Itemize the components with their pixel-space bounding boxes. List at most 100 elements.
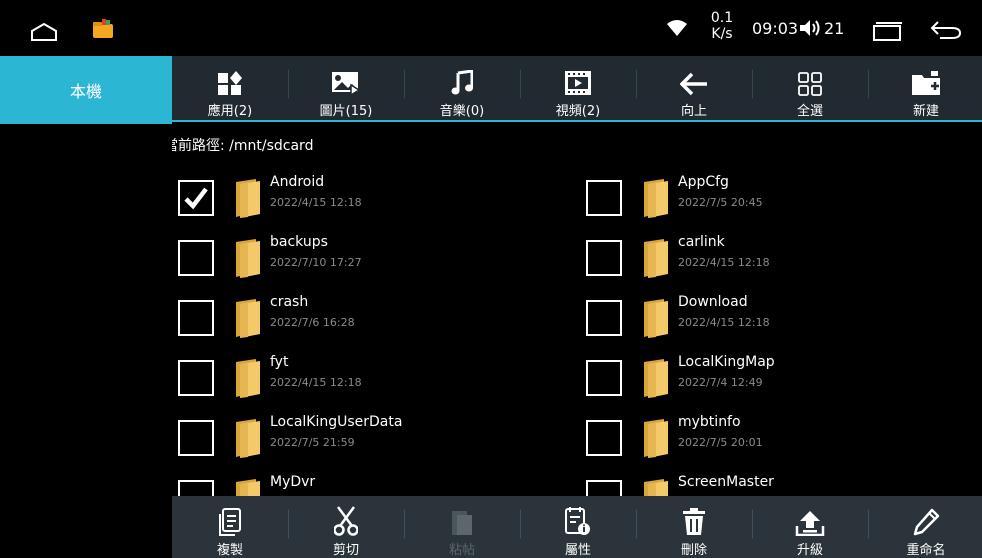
scissors-icon (334, 496, 358, 536)
paste-button[interactable]: 粘帖 (404, 496, 520, 558)
current-path: 當前路徑: /mnt/sdcard (172, 138, 314, 154)
properties-label: 屬性 (564, 543, 591, 558)
checkbox[interactable] (586, 300, 622, 336)
new-folder-button[interactable]: 新建 (868, 56, 982, 122)
folder-icon (638, 418, 672, 462)
up-button[interactable]: 向上 (636, 56, 752, 122)
trash-icon (682, 496, 706, 536)
select-all-icon (798, 56, 822, 96)
file-name: mybtinfo (678, 414, 741, 430)
folder-icon (638, 238, 672, 282)
checkbox[interactable] (586, 240, 622, 276)
checkbox[interactable] (178, 300, 214, 336)
pencil-icon (912, 496, 940, 536)
up-label: 向上 (680, 104, 707, 119)
properties-button[interactable]: 屬性 (520, 496, 636, 558)
file-date: 2022/7/6 16:28 (270, 316, 355, 329)
upgrade-button[interactable]: 升級 (752, 496, 868, 558)
checkbox[interactable] (586, 420, 622, 456)
apps-label: 應用(2) (207, 104, 253, 119)
music-button[interactable]: 音樂(0) (404, 56, 520, 122)
file-item-screenmaster[interactable]: ScreenMaster (586, 474, 976, 496)
file-name: AppCfg (678, 174, 729, 190)
cut-label: 剪切 (332, 543, 359, 558)
file-date: 2022/7/5 21:59 (270, 436, 355, 449)
network-speed-unit: K/s (711, 26, 733, 42)
checkbox[interactable] (586, 180, 622, 216)
file-manager-app-icon[interactable] (92, 18, 114, 44)
videos-label: 視頻(2) (555, 104, 601, 119)
top-toolbar: 應用(2) 圖片(15) 音樂(0) 視頻(2) 向上 全選 新建 (172, 56, 982, 122)
checkbox[interactable] (178, 480, 214, 496)
apps-button[interactable]: 應用(2) (172, 56, 288, 122)
checkbox[interactable] (178, 180, 214, 216)
file-name: crash (270, 294, 309, 310)
file-name: ScreenMaster (678, 474, 774, 490)
copy-icon (219, 496, 241, 536)
checkbox[interactable] (586, 480, 622, 496)
arrow-up-back-icon (680, 56, 708, 96)
properties-icon (565, 496, 591, 536)
videos-button[interactable]: 視頻(2) (520, 56, 636, 122)
volume-icon[interactable] (798, 18, 822, 42)
file-item-download[interactable]: Download 2022/4/15 12:18 (586, 294, 976, 340)
file-date: 2022/4/15 12:18 (270, 196, 362, 209)
file-item-localkingmap[interactable]: LocalKingMap 2022/7/4 12:49 (586, 354, 976, 400)
file-date: 2022/7/10 17:27 (270, 256, 362, 269)
file-date: 2022/7/5 20:01 (678, 436, 763, 449)
file-item-appcfg[interactable]: AppCfg 2022/7/5 20:45 (586, 174, 976, 220)
back-icon[interactable] (930, 20, 962, 44)
folder-icon (230, 178, 264, 222)
file-item-crash[interactable]: crash 2022/7/6 16:28 (178, 294, 568, 340)
delete-label: 刪除 (680, 543, 707, 558)
music-label: 音樂(0) (439, 104, 485, 119)
folder-icon (230, 238, 264, 282)
file-item-mybtinfo[interactable]: mybtinfo 2022/7/5 20:01 (586, 414, 976, 460)
folder-icon (230, 298, 264, 342)
delete-button[interactable]: 刪除 (636, 496, 752, 558)
cut-button[interactable]: 剪切 (288, 496, 404, 558)
video-icon (564, 56, 592, 96)
images-button[interactable]: 圖片(15) (288, 56, 404, 122)
images-label: 圖片(15) (319, 104, 373, 119)
new-folder-icon (911, 56, 941, 96)
copy-label: 複製 (216, 543, 243, 558)
left-panel: 本機 (0, 56, 172, 558)
checkbox[interactable] (178, 240, 214, 276)
file-item-mydvr[interactable]: MyDvr (178, 474, 568, 496)
folder-icon (638, 298, 672, 342)
file-item-backups[interactable]: backups 2022/7/10 17:27 (178, 234, 568, 280)
file-item-carlink[interactable]: carlink 2022/4/15 12:18 (586, 234, 976, 280)
paste-label: 粘帖 (448, 543, 475, 558)
folder-icon (230, 478, 264, 496)
folder-icon (230, 358, 264, 402)
rename-button[interactable]: 重命名 (868, 496, 982, 558)
file-item-android[interactable]: Android 2022/4/15 12:18 (178, 174, 568, 220)
folder-icon (230, 418, 264, 462)
tab-local-storage[interactable]: 本機 (0, 56, 172, 124)
file-date: 2022/4/15 12:18 (678, 256, 770, 269)
recent-apps-icon[interactable] (872, 22, 904, 46)
rename-label: 重命名 (906, 543, 946, 558)
file-name: fyt (270, 354, 289, 370)
home-icon[interactable] (30, 22, 58, 46)
folder-icon (638, 478, 672, 496)
paste-icon (451, 496, 473, 536)
select-all-button[interactable]: 全選 (752, 56, 868, 122)
copy-button[interactable]: 複製 (172, 496, 288, 558)
status-bar: 0.1 K/s 09:03 21 (0, 0, 982, 56)
file-date: 2022/4/15 12:18 (270, 376, 362, 389)
folder-icon (638, 178, 672, 222)
clock: 09:03 (752, 19, 799, 38)
file-item-fyt[interactable]: fyt 2022/4/15 12:18 (178, 354, 568, 400)
file-item-localkinguserdata[interactable]: LocalKingUserData 2022/7/5 21:59 (178, 414, 568, 460)
apps-icon (217, 56, 243, 96)
folder-icon (638, 358, 672, 402)
checkbox[interactable] (586, 360, 622, 396)
file-date: 2022/7/5 20:45 (678, 196, 763, 209)
checkbox[interactable] (178, 420, 214, 456)
bottom-toolbar: 複製 剪切 粘帖 屬性 刪除 升級 重命名 (172, 496, 982, 558)
network-speed: 0.1 K/s (704, 10, 740, 42)
file-name: LocalKingMap (678, 354, 775, 370)
checkbox[interactable] (178, 360, 214, 396)
